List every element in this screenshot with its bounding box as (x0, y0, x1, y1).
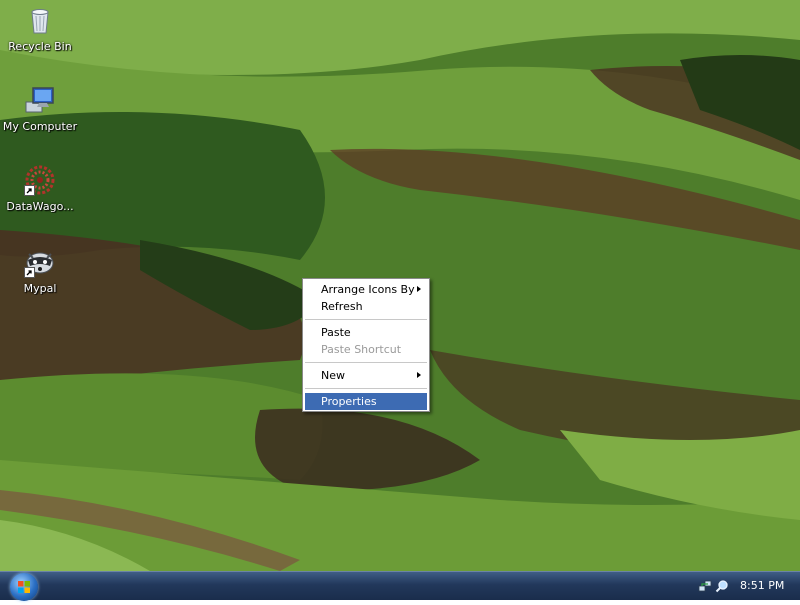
desktop-icon-my-computer[interactable]: My Computer (2, 84, 78, 133)
desktop-icon-label: Recycle Bin (8, 40, 72, 53)
menu-item-paste-shortcut: Paste Shortcut (305, 341, 427, 358)
menu-item-label: Refresh (321, 300, 363, 313)
menu-item-paste[interactable]: Paste (305, 324, 427, 341)
menu-separator (305, 362, 427, 363)
search-icon[interactable] (715, 578, 729, 593)
menu-item-properties[interactable]: Properties (305, 393, 427, 410)
datawagon-icon (24, 164, 56, 196)
start-orb-icon (18, 581, 30, 593)
my-computer-icon (24, 84, 56, 116)
desktop-icon-label: Mypal (23, 282, 57, 295)
network-icon[interactable] (698, 578, 712, 592)
desktop[interactable]: Recycle Bin My Computer DataWago... Mypa… (0, 0, 800, 571)
context-menu: Arrange Icons By Refresh Paste Paste Sho… (302, 278, 430, 412)
desktop-icon-label: My Computer (2, 120, 78, 133)
menu-item-label: Paste Shortcut (321, 343, 402, 356)
submenu-arrow-icon (417, 372, 421, 378)
clock[interactable]: 8:51 PM (740, 572, 784, 600)
submenu-arrow-icon (417, 286, 421, 292)
menu-separator (305, 319, 427, 320)
desktop-icon-recycle-bin[interactable]: Recycle Bin (2, 4, 78, 53)
menu-item-new[interactable]: New (305, 367, 427, 384)
menu-item-label: Paste (321, 326, 351, 339)
taskbar: 8:51 PM (0, 571, 800, 601)
start-button[interactable] (10, 573, 38, 601)
shortcut-arrow-icon (24, 185, 35, 196)
menu-item-label: Properties (321, 395, 377, 408)
menu-item-label: New (321, 369, 345, 382)
desktop-icon-label: DataWago... (6, 200, 74, 213)
desktop-icon-mypal[interactable]: Mypal (2, 246, 78, 295)
shortcut-arrow-icon (24, 267, 35, 278)
mypal-icon (24, 246, 56, 278)
system-tray: 8:51 PM (688, 572, 800, 600)
menu-item-arrange-icons-by[interactable]: Arrange Icons By (305, 281, 427, 298)
menu-item-label: Arrange Icons By (321, 283, 415, 296)
menu-item-refresh[interactable]: Refresh (305, 298, 427, 315)
menu-separator (305, 388, 427, 389)
recycle-bin-icon (24, 4, 56, 36)
desktop-icon-datawagon[interactable]: DataWago... (2, 164, 78, 213)
